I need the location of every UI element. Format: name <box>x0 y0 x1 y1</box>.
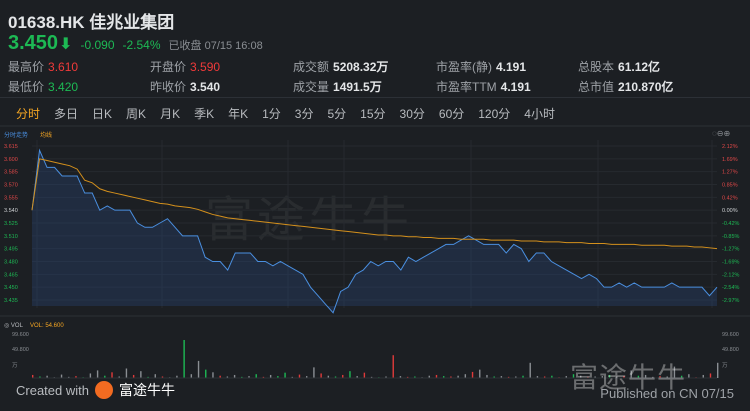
intraday-chart[interactable]: 分时走势 均线 ◌⊖⊕ 3.615 2.12% 3.600 1.69% 3.585 1.27% 3… <box>0 0 750 380</box>
volume-bar <box>313 367 315 378</box>
volume-label: ◎ VOL <box>4 323 24 329</box>
volume-bar <box>154 374 156 378</box>
created-with: Created with 富途牛牛 <box>16 380 175 400</box>
legend-price: 分时走势 <box>4 131 28 139</box>
volume-bar <box>125 368 128 378</box>
volume-bar <box>60 374 63 378</box>
vol-tick-label: 万 <box>12 362 18 369</box>
volume-bar <box>89 373 92 378</box>
vol-tick-label: 49.800 <box>12 347 29 353</box>
volume-bar <box>464 374 467 378</box>
volume-bar <box>392 355 394 378</box>
vol-tick-label-right: 99.600 <box>722 332 739 338</box>
y-tick-label: 3.600 <box>4 157 18 163</box>
created-with-label: Created with <box>16 382 89 398</box>
y-tick-label: 3.480 <box>4 260 18 266</box>
volume-bar <box>471 371 474 378</box>
volume-bar <box>183 340 185 378</box>
vol-tick-label-right: 49.800 <box>722 347 739 353</box>
legend-avg: 均线 <box>40 131 52 139</box>
volume-bar <box>529 362 531 378</box>
volume-bar <box>688 374 690 378</box>
y-tick-label: 3.525 <box>4 221 18 227</box>
pct-tick-label: -1.27% <box>722 247 740 253</box>
price-area <box>32 150 717 313</box>
y-tick-label: 3.540 <box>4 208 18 214</box>
y-tick-label: 3.495 <box>4 247 18 253</box>
y-tick-label: 3.450 <box>4 285 18 291</box>
brand-name: 富途牛牛 <box>118 382 175 398</box>
volume-bar <box>284 372 286 378</box>
volume-bar <box>212 372 214 378</box>
y-tick-label: 3.465 <box>4 272 18 278</box>
pct-tick-label: -2.12% <box>722 272 740 278</box>
vol-tick-label-right: 万 <box>722 362 728 369</box>
pct-tick-label: 2.12% <box>722 144 738 150</box>
pct-tick-label: -0.85% <box>722 234 740 240</box>
pct-tick-label: -0.42% <box>722 221 740 227</box>
volume-bar <box>96 370 99 378</box>
volume-bar <box>197 360 200 378</box>
volume-indicator: VOL: 54.600 <box>30 323 64 329</box>
volume-bar <box>709 373 712 378</box>
volume-bar <box>298 374 301 378</box>
y-tick-label: 3.615 <box>4 144 18 150</box>
pct-tick-label: -1.69% <box>722 260 740 266</box>
volume-bar <box>190 374 193 378</box>
vol-tick-label: 99.600 <box>12 332 29 338</box>
pct-tick-label: -2.97% <box>722 298 740 304</box>
pct-tick-label: 1.27% <box>722 170 738 176</box>
volume-bar <box>111 372 113 378</box>
volume-bar <box>320 373 322 378</box>
y-tick-label: 3.555 <box>4 195 18 201</box>
y-tick-label: 3.570 <box>4 183 18 189</box>
volume-bar <box>205 369 207 378</box>
pct-tick-label: 0.00% <box>722 208 738 214</box>
y-tick-label: 3.435 <box>4 298 18 304</box>
volume-bar <box>349 371 351 378</box>
volume-bar <box>717 362 719 378</box>
y-tick-label: 3.510 <box>4 234 18 240</box>
futu-logo-icon <box>94 381 113 399</box>
pct-tick-label: 0.42% <box>722 195 738 201</box>
pct-tick-label: 1.69% <box>722 157 738 163</box>
pct-tick-label: 0.85% <box>722 183 738 189</box>
volume-bar <box>255 374 257 378</box>
chart-controls-icon: ◌⊖⊕ <box>712 129 730 138</box>
volume-bar <box>140 371 142 378</box>
volume-bar <box>363 372 366 378</box>
pct-tick-label: -2.54% <box>722 285 740 291</box>
published-label: Published on CN 07/15 <box>600 386 734 401</box>
volume-bar <box>479 369 481 378</box>
y-tick-label: 3.585 <box>4 170 18 176</box>
